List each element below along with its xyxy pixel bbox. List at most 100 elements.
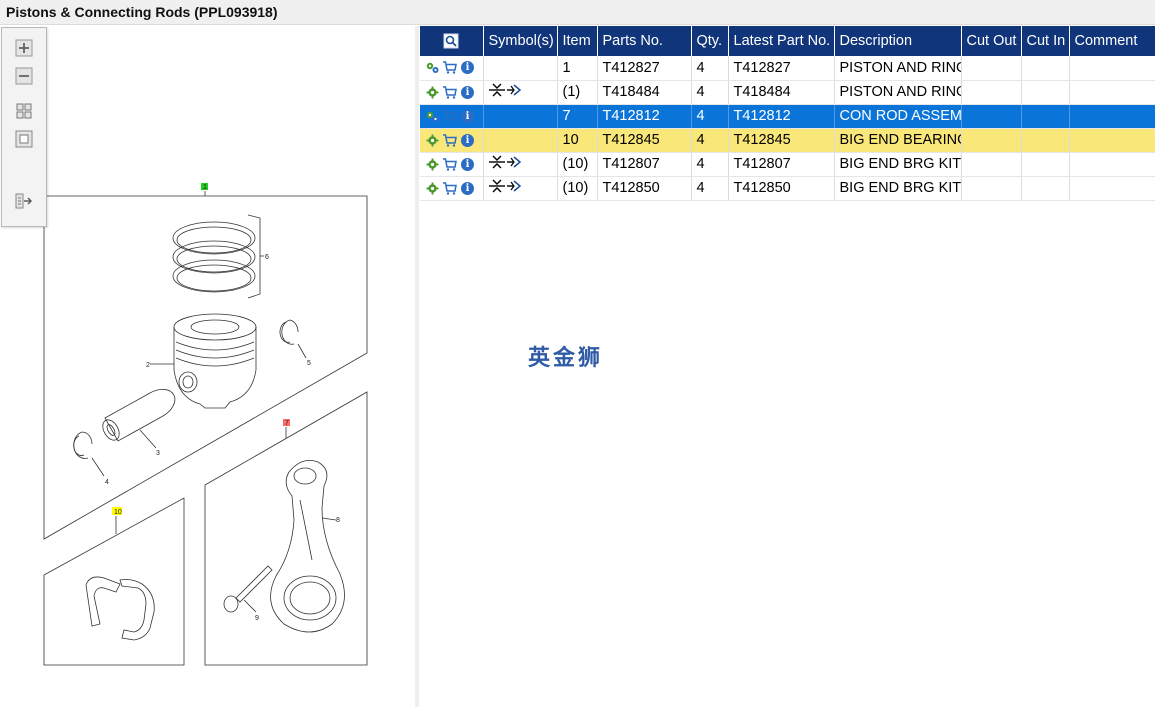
column-header-item[interactable]: Item [557, 26, 598, 56]
column-header-cut-in[interactable]: Cut In [1021, 26, 1070, 56]
alternate-parts-icon[interactable] [425, 60, 440, 75]
cell-comment [1069, 176, 1155, 201]
pane-splitter[interactable] [415, 26, 419, 707]
cell-parts-no: T412850 [597, 176, 692, 201]
search-parts-icon[interactable] [443, 33, 460, 49]
gear-icon[interactable] [425, 181, 440, 196]
cell-parts-no: T418484 [597, 80, 692, 105]
cell-cut-out [961, 80, 1022, 105]
gear-icon[interactable] [425, 157, 440, 172]
cell-item: (10) [557, 176, 598, 201]
table-row[interactable]: i 1 T412827 4 T412827 PISTON AND RING [420, 56, 1155, 81]
cell-symbols [483, 104, 558, 129]
callout-2[interactable]: 2 [146, 362, 150, 369]
cell-cut-in [1021, 56, 1070, 81]
interchange-symbol-icon [488, 179, 521, 193]
column-header-parts-no[interactable]: Parts No. [597, 26, 692, 56]
gear-icon[interactable] [425, 85, 440, 100]
zoom-out-icon[interactable] [15, 67, 33, 85]
piston-group-frame [43, 195, 368, 540]
table-row[interactable]: i (10) T412807 4 T412807 BIG END BRG KIT - [420, 152, 1155, 177]
add-to-cart-icon[interactable] [442, 60, 457, 75]
cell-symbols [483, 176, 558, 201]
add-to-cart-icon[interactable] [442, 109, 457, 124]
cell-parts-no: T412827 [597, 56, 692, 81]
expand-list-icon[interactable] [15, 192, 33, 210]
table-row[interactable]: i (1) T418484 4 T418484 PISTON AND RING [420, 80, 1155, 105]
callout-6[interactable]: 6 [265, 254, 269, 261]
actual-size-icon[interactable] [15, 130, 33, 148]
callout-9[interactable]: 9 [255, 615, 259, 622]
table-row[interactable]: i 7 T412812 4 T412812 CON ROD ASSEMB [420, 104, 1155, 129]
cell-description: CON ROD ASSEMB [834, 104, 962, 129]
cell-description: BIG END BRG KIT - [834, 152, 962, 177]
viewer-toolbar [1, 27, 47, 227]
cell-comment [1069, 80, 1155, 105]
info-icon[interactable]: i [461, 181, 474, 195]
row-actions[interactable]: i [420, 152, 484, 177]
info-icon[interactable]: i [461, 157, 474, 171]
cell-latest-part-no: T412827 [728, 56, 835, 81]
interchange-symbol-icon [488, 155, 521, 169]
callout-4[interactable]: 4 [105, 479, 109, 486]
table-header-row: Symbol(s) Item Parts No. Qty. Latest Par… [420, 26, 1155, 56]
cell-cut-in [1021, 176, 1070, 201]
zoom-in-icon[interactable] [15, 39, 33, 57]
parts-table: Symbol(s) Item Parts No. Qty. Latest Par… [420, 26, 1155, 201]
cell-qty: 4 [691, 104, 729, 129]
callout-5[interactable]: 5 [307, 360, 311, 367]
cell-qty: 4 [691, 176, 729, 201]
cell-description: BIG END BEARING [834, 128, 962, 153]
cell-latest-part-no: T418484 [728, 80, 835, 105]
add-to-cart-icon[interactable] [442, 133, 457, 148]
column-header-description[interactable]: Description [834, 26, 962, 56]
watermark: 英金狮 [528, 346, 604, 371]
parts-list-pane: Symbol(s) Item Parts No. Qty. Latest Par… [420, 26, 1155, 707]
cell-symbols [483, 56, 558, 81]
cell-comment [1069, 56, 1155, 81]
cell-cut-out [961, 176, 1022, 201]
callout-3[interactable]: 3 [156, 450, 160, 457]
row-actions[interactable]: i [420, 176, 484, 201]
column-header-comment[interactable]: Comment [1069, 26, 1155, 56]
window-title: Pistons & Connecting Rods (PPL093918) [6, 4, 278, 20]
info-icon[interactable]: i [461, 61, 474, 75]
add-to-cart-icon[interactable] [442, 85, 457, 100]
callout-8[interactable]: 8 [336, 517, 340, 524]
row-actions[interactable]: i [420, 104, 484, 129]
title-bar: Pistons & Connecting Rods (PPL093918) [0, 0, 1155, 25]
column-header-qty[interactable]: Qty. [691, 26, 729, 56]
parts-diagram[interactable]: 1 7 10 2 3 4 5 6 8 9 [0, 26, 415, 707]
cell-parts-no: T412845 [597, 128, 692, 153]
add-to-cart-icon[interactable] [442, 181, 457, 196]
cell-latest-part-no: T412812 [728, 104, 835, 129]
cell-cut-in [1021, 152, 1070, 177]
column-header-symbols[interactable]: Symbol(s) [483, 26, 558, 56]
add-to-cart-icon[interactable] [442, 157, 457, 172]
table-row[interactable]: i (10) T412850 4 T412850 BIG END BRG KIT - [420, 176, 1155, 201]
row-actions[interactable]: i [420, 128, 484, 153]
gear-icon[interactable] [425, 133, 440, 148]
cell-qty: 4 [691, 56, 729, 81]
fit-all-icon[interactable] [15, 102, 33, 120]
cell-description: PISTON AND RING [834, 56, 962, 81]
search-column-header[interactable] [420, 26, 484, 56]
info-icon[interactable]: i [461, 133, 474, 147]
cell-latest-part-no: T412845 [728, 128, 835, 153]
info-icon[interactable]: i [461, 85, 474, 99]
table-row[interactable]: i 10 T412845 4 T412845 BIG END BEARING [420, 128, 1155, 153]
column-header-cut-out[interactable]: Cut Out [961, 26, 1022, 56]
column-header-latest-part-no[interactable]: Latest Part No. [728, 26, 835, 56]
row-actions[interactable]: i [420, 80, 484, 105]
cell-comment [1069, 128, 1155, 153]
cell-cut-in [1021, 128, 1070, 153]
cell-cut-in [1021, 80, 1070, 105]
alternate-parts-icon[interactable] [425, 109, 440, 124]
cell-cut-out [961, 152, 1022, 177]
cell-item: (10) [557, 152, 598, 177]
cell-cut-in [1021, 104, 1070, 129]
cell-latest-part-no: T412807 [728, 152, 835, 177]
cell-qty: 4 [691, 128, 729, 153]
info-icon[interactable]: i [461, 109, 474, 123]
row-actions[interactable]: i [420, 56, 484, 81]
